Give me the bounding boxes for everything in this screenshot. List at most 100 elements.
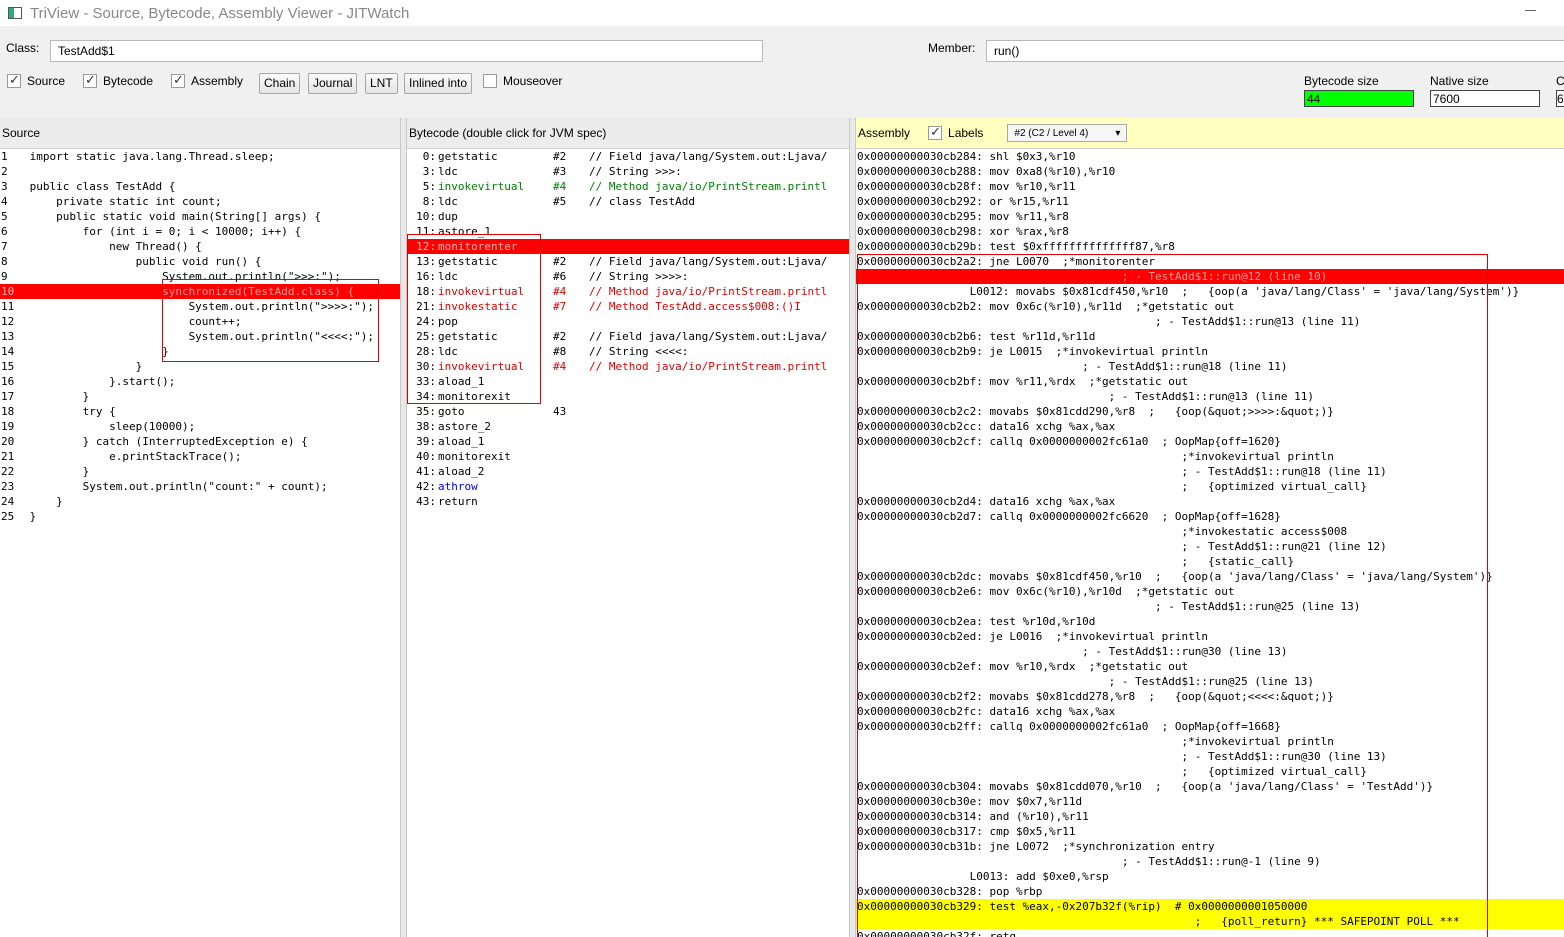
bytecode-line[interactable]: 43: return <box>407 494 849 509</box>
assembly-line[interactable]: 0x00000000030cb284: shl $0x3,%r10 <box>856 149 1564 164</box>
source-line[interactable]: 6 for (int i = 0; i < 10000; i++) { <box>0 224 400 239</box>
assembly-line[interactable]: 0x00000000030cb2ff: callq 0x0000000002fc… <box>856 719 1564 734</box>
bytecode-line[interactable]: 41: aload_2 <box>407 464 849 479</box>
source-line[interactable]: 17 } <box>0 389 400 404</box>
assembly-line[interactable]: ; - TestAdd$1::run@13 (line 11) <box>856 314 1564 329</box>
source-line[interactable]: 11 System.out.println(">>>>:"); <box>0 299 400 314</box>
assembly-line[interactable]: 0x00000000030cb292: or %r15,%r11 <box>856 194 1564 209</box>
bytecode-line[interactable]: 28: ldc #8 // String <<<<: <box>407 344 849 359</box>
assembly-line[interactable]: 0x00000000030cb2bf: mov %r11,%rdx ;*gets… <box>856 374 1564 389</box>
assembly-line[interactable]: 0x00000000030cb30e: mov $0x7,%r11d <box>856 794 1564 809</box>
bytecode-line[interactable]: 35: goto 43 <box>407 404 849 419</box>
assembly-line[interactable]: 0x00000000030cb32f: retq <box>856 929 1564 937</box>
bytecode-line[interactable]: 40: monitorexit <box>407 449 849 464</box>
assembly-line[interactable]: 0x00000000030cb29b: test $0xffffffffffff… <box>856 239 1564 254</box>
bytecode-line[interactable]: 24: pop <box>407 314 849 329</box>
source-code[interactable]: 1 import static java.lang.Thread.sleep; 2… <box>0 149 400 524</box>
bytecode-line[interactable]: 38: astore_2 <box>407 419 849 434</box>
source-line[interactable]: 15 } <box>0 359 400 374</box>
source-line[interactable]: 20 } catch (InterruptedException e) { <box>0 434 400 449</box>
assembly-line[interactable]: ; {static_call} <box>856 554 1564 569</box>
assembly-line[interactable]: ; - TestAdd$1::run@18 (line 11) <box>856 464 1564 479</box>
source-line[interactable]: 12 count++; <box>0 314 400 329</box>
assembly-line[interactable]: 0x00000000030cb2f2: movabs $0x81cdd278,%… <box>856 689 1564 704</box>
assembly-line[interactable]: ; {poll_return} *** SAFEPOINT POLL *** <box>856 914 1564 929</box>
assembly-line[interactable]: 0x00000000030cb295: mov %r11,%r8 <box>856 209 1564 224</box>
bytecode-line[interactable]: 11: astore_1 <box>407 224 849 239</box>
assembly-line[interactable]: ; - TestAdd$1::run@25 (line 13) <box>856 674 1564 689</box>
assembly-line[interactable]: ; - TestAdd$1::run@25 (line 13) <box>856 599 1564 614</box>
assembly-line[interactable]: 0x00000000030cb2e6: mov 0x6c(%r10),%r10d… <box>856 584 1564 599</box>
source-line[interactable]: 25 } <box>0 509 400 524</box>
assembly-line[interactable]: ;*invokestatic access$008 <box>856 524 1564 539</box>
assembly-line[interactable]: 0x00000000030cb2b2: mov 0x6c(%r10),%r11d… <box>856 299 1564 314</box>
assembly-line[interactable]: ; - TestAdd$1::run@21 (line 12) <box>856 539 1564 554</box>
assembly-line[interactable]: ; {optimized virtual_call} <box>856 479 1564 494</box>
source-line[interactable]: 8 public void run() { <box>0 254 400 269</box>
assembly-line[interactable]: ;*invokevirtual println <box>856 734 1564 749</box>
assembly-line[interactable]: 0x00000000030cb314: and (%r10),%r11 <box>856 809 1564 824</box>
bytecode-line[interactable]: 5: invokevirtual #4 // Method java/io/Print… <box>407 179 849 194</box>
bytecode-line[interactable]: 16: ldc #6 // String >>>>: <box>407 269 849 284</box>
class-field[interactable]: TestAdd$1 <box>50 40 763 62</box>
source-line[interactable]: 5 public static void main(String[] args)… <box>0 209 400 224</box>
source-line[interactable]: 13 System.out.println("<<<<:"); <box>0 329 400 344</box>
assembly-line[interactable]: ; - TestAdd$1::run@30 (line 13) <box>856 644 1564 659</box>
bytecode-line[interactable]: 21: invokestatic #7 // Method TestAdd.acces… <box>407 299 849 314</box>
assembly-line[interactable]: 0x00000000030cb298: xor %rax,%r8 <box>856 224 1564 239</box>
assembly-line[interactable]: 0x00000000030cb2c2: movabs $0x81cdd290,%… <box>856 404 1564 419</box>
assembly-line[interactable]: 0x00000000030cb2cf: callq 0x0000000002fc… <box>856 434 1564 449</box>
source-checkbox[interactable]: Source <box>7 72 65 88</box>
labels-checkbox[interactable]: Labels <box>928 124 983 140</box>
journal-button[interactable]: Journal <box>308 73 358 94</box>
source-line[interactable]: 2 <box>0 164 400 179</box>
source-line[interactable]: 7 new Thread() { <box>0 239 400 254</box>
bytecode-line[interactable]: 18: invokevirtual #4 // Method java/io/Prin… <box>407 284 849 299</box>
source-line[interactable]: 22 } <box>0 464 400 479</box>
assembly-line[interactable]: 0x00000000030cb328: pop %rbp <box>856 884 1564 899</box>
source-line[interactable]: 16 }.start(); <box>0 374 400 389</box>
source-line[interactable]: 10 synchronized(TestAdd.class) { <box>0 284 400 299</box>
assembly-line[interactable]: 0x00000000030cb288: mov 0xa8(%r10),%r10 <box>856 164 1564 179</box>
bytecode-line[interactable]: 12: monitorenter <box>407 239 849 254</box>
bytecode-line[interactable]: 3: ldc #3 // String >>>: <box>407 164 849 179</box>
source-line[interactable]: 1 import static java.lang.Thread.sleep; <box>0 149 400 164</box>
assembly-line[interactable]: 0x00000000030cb2ef: mov %r10,%rdx ;*gets… <box>856 659 1564 674</box>
source-line[interactable]: 18 try { <box>0 404 400 419</box>
chain-button[interactable]: Chain <box>259 73 301 94</box>
assembly-line[interactable]: 0x00000000030cb2dc: movabs $0x81cdf450,%… <box>856 569 1564 584</box>
source-line[interactable]: 19 sleep(10000); <box>0 419 400 434</box>
assembly-line[interactable]: L0013: add $0xe0,%rsp <box>856 869 1564 884</box>
assembly-line[interactable]: ; - TestAdd$1::run@13 (line 11) <box>856 389 1564 404</box>
source-line[interactable]: 3 public class TestAdd { <box>0 179 400 194</box>
bytecode-line[interactable]: 42: athrow <box>407 479 849 494</box>
minimize-button[interactable] <box>1525 10 1536 11</box>
assembly-line[interactable]: ;*invokevirtual println <box>856 449 1564 464</box>
assembly-line[interactable]: 0x00000000030cb2cc: data16 xchg %ax,%ax <box>856 419 1564 434</box>
assembly-line[interactable]: 0x00000000030cb317: cmp $0x5,%r11 <box>856 824 1564 839</box>
assembly-line[interactable]: 0x00000000030cb2b6: test %r11d,%r11d <box>856 329 1564 344</box>
split-divider[interactable] <box>849 118 856 937</box>
bytecode-line[interactable]: 0: getstatic #2 // Field java/lang/System.o… <box>407 149 849 164</box>
source-line[interactable]: 9 System.out.println(">>>:"); <box>0 269 400 284</box>
compile-select[interactable]: #2 (C2 / Level 4) ▾ <box>1007 124 1128 142</box>
bytecode-line[interactable]: 13: getstatic #2 // Field java/lang/System.… <box>407 254 849 269</box>
split-divider[interactable] <box>400 118 407 937</box>
bytecode-line[interactable]: 10: dup <box>407 209 849 224</box>
source-line[interactable]: 4 private static int count; <box>0 194 400 209</box>
assembly-line[interactable]: 0x00000000030cb31b: jne L0072 ;*synchron… <box>856 839 1564 854</box>
source-line[interactable]: 21 e.printStackTrace(); <box>0 449 400 464</box>
bytecode-code[interactable]: 0: getstatic #2// Field java/lang/System.o… <box>407 149 849 509</box>
assembly-line[interactable]: 0x00000000030cb2fc: data16 xchg %ax,%ax <box>856 704 1564 719</box>
assembly-line[interactable]: ; {optimized virtual_call} <box>856 764 1564 779</box>
assembly-line[interactable]: 0x00000000030cb304: movabs $0x81cdd070,%… <box>856 779 1564 794</box>
member-field[interactable]: run() <box>986 40 1564 62</box>
bytecode-line[interactable]: 25: getstatic #2 // Field java/lang/System.… <box>407 329 849 344</box>
assembly-line[interactable]: 0x00000000030cb28f: mov %r10,%r11 <box>856 179 1564 194</box>
assembly-line[interactable]: 0x00000000030cb2ed: je L0016 ;*invokevir… <box>856 629 1564 644</box>
assembly-line[interactable]: ; - TestAdd$1::run@18 (line 11) <box>856 359 1564 374</box>
lnt-button[interactable]: LNT <box>365 73 398 94</box>
assembly-line[interactable]: 0x00000000030cb2ea: test %r10d,%r10d <box>856 614 1564 629</box>
bytecode-line[interactable]: 34: monitorexit <box>407 389 849 404</box>
source-line[interactable]: 24 } <box>0 494 400 509</box>
